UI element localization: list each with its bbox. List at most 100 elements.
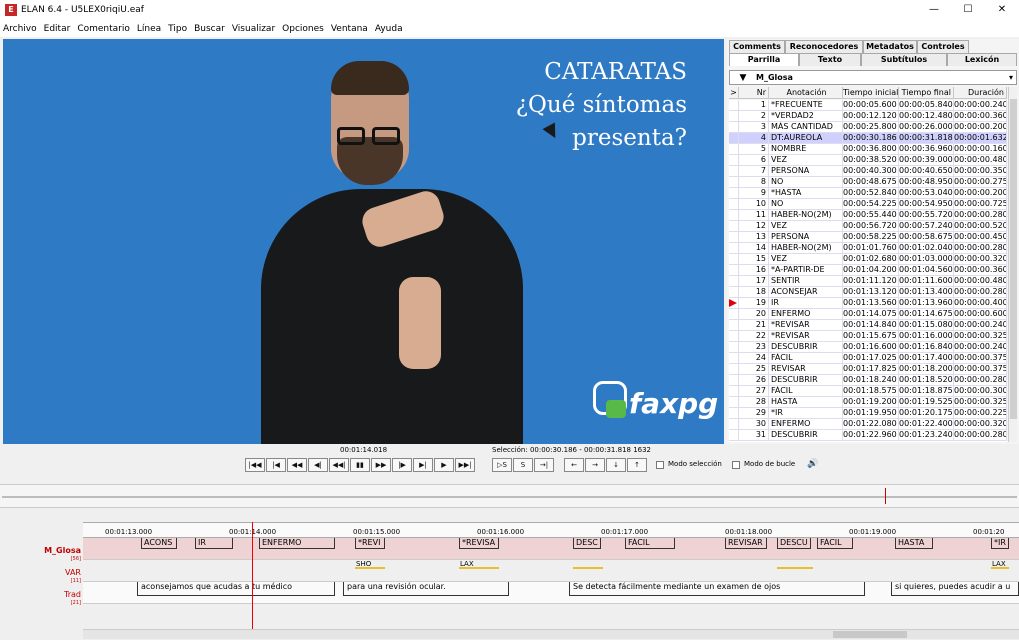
go-end-button[interactable]: ▶▶| xyxy=(455,458,475,472)
annotation-cell[interactable]: *REVISAR xyxy=(769,320,843,331)
menu-tipo[interactable]: Tipo xyxy=(168,24,187,34)
table-row[interactable]: 12 VEZ 00:00:56.720 00:00:57.240 00:00:00.52… xyxy=(729,221,1007,232)
glosa-annotation[interactable]: FÁCIL xyxy=(817,538,853,549)
glosa-annotation[interactable]: FÁCIL xyxy=(625,538,675,549)
table-row[interactable]: 13 PERSONA 00:00:58.225 00:00:58.675 00:00:0… xyxy=(729,232,1007,243)
glosa-annotation[interactable]: DESC xyxy=(573,538,601,549)
tab-reconocedores[interactable]: Reconocedores xyxy=(785,40,863,53)
table-row[interactable]: 9 *HASTA 00:00:52.840 00:00:53.040 00:00:00.… xyxy=(729,188,1007,199)
scroll-thumb[interactable] xyxy=(1010,99,1017,419)
annotation-cell[interactable]: ENFERMO xyxy=(769,419,843,430)
annotation-cell[interactable]: *REVISAR xyxy=(769,331,843,342)
var-annotation[interactable]: LAX xyxy=(459,560,499,569)
close-button[interactable]: ✕ xyxy=(985,0,1019,20)
trad-annotation[interactable]: aconsejamos que acudas a tu médico xyxy=(137,582,335,596)
menu-opciones[interactable]: Opciones xyxy=(282,24,324,34)
loop-mode-checkbox[interactable] xyxy=(732,461,740,469)
glosa-annotation[interactable]: ACONS xyxy=(141,538,177,549)
table-row[interactable]: 21 *REVISAR 00:01:14.840 00:01:15.080 00:00:… xyxy=(729,320,1007,331)
annotation-cell[interactable]: DESCUBRIR xyxy=(769,342,843,353)
tier-label-trad[interactable]: Trad xyxy=(64,590,81,599)
tier-row-trad[interactable]: aconsejamos que acudas a tu médico para u… xyxy=(83,582,1019,604)
tab-controles[interactable]: Controles xyxy=(917,40,969,53)
annotation-cell[interactable]: NOMBRE xyxy=(769,144,843,155)
annotation-cell[interactable]: ENFERMO xyxy=(769,309,843,320)
annotation-cell[interactable]: MÁS CANTIDAD xyxy=(769,122,843,133)
previous-frame-button[interactable]: |◀ xyxy=(266,458,286,472)
minimize-button[interactable]: — xyxy=(917,0,951,20)
annotation-cell[interactable]: NO xyxy=(769,177,843,188)
menu-archivo[interactable]: Archivo xyxy=(3,24,37,34)
tab-comments[interactable]: Comments xyxy=(729,40,785,53)
tier-label-glosa[interactable]: M_Glosa xyxy=(44,546,81,555)
glosa-annotation[interactable]: HASTA xyxy=(895,538,933,549)
next-frame-button[interactable]: ▶ xyxy=(434,458,454,472)
header-tiempo-inicial[interactable]: Tiempo inicial xyxy=(843,87,899,99)
glosa-annotation[interactable]: DESCU xyxy=(777,538,811,549)
glosa-annotation[interactable]: ENFERMO xyxy=(259,538,335,549)
annotation-cell[interactable]: PERSONA xyxy=(769,232,843,243)
annotation-cell[interactable]: NO xyxy=(769,199,843,210)
menu-comentario[interactable]: Comentario xyxy=(77,24,130,34)
header-nr[interactable]: Nr xyxy=(739,87,769,99)
glosa-annotation[interactable]: *REVISA xyxy=(459,538,499,549)
annotation-cell[interactable]: FÁCIL xyxy=(769,386,843,397)
annotation-table[interactable]: 1 *FRECUENTE 00:00:05.600 00:00:05.840 00:00… xyxy=(729,100,1007,442)
table-row[interactable]: 24 FÁCIL 00:01:17.025 00:01:17.400 00:00:00.… xyxy=(729,353,1007,364)
annotation-cell[interactable]: VEZ xyxy=(769,155,843,166)
table-row[interactable]: 26 DESCUBRIR 00:01:18.240 00:01:18.520 00:00… xyxy=(729,375,1007,386)
nav-left-button[interactable]: ← xyxy=(564,458,584,472)
annotation-cell[interactable]: HASTA xyxy=(769,397,843,408)
table-row[interactable]: 18 ACONSEJAR 00:01:13.120 00:01:13.400 00:00… xyxy=(729,287,1007,298)
selection-boundary-button[interactable]: →| xyxy=(534,458,554,472)
rewind-button[interactable]: ◀◀ xyxy=(287,458,307,472)
table-row[interactable]: 8 NO 00:00:48.675 00:00:48.950 00:00:00.275 xyxy=(729,177,1007,188)
prev-pixel-button[interactable]: ◀| xyxy=(308,458,328,472)
pause-button[interactable]: ▮▮ xyxy=(350,458,370,472)
tier-row-glosa[interactable]: ACONS IR ENFERMO *REVI *REVISA DESC FÁCIL REVIS… xyxy=(83,538,1019,560)
glosa-annotation[interactable]: *REVI xyxy=(355,538,385,549)
table-row[interactable]: 25 REVISAR 00:01:17.825 00:01:18.200 00:00:0… xyxy=(729,364,1007,375)
annotation-cell[interactable]: *IR xyxy=(769,408,843,419)
dropdown-icon[interactable]: ▼ xyxy=(730,73,756,83)
nav-up-button[interactable]: ↑ xyxy=(627,458,647,472)
go-start-button[interactable]: |◀◀ xyxy=(245,458,265,472)
h-scroll-thumb[interactable] xyxy=(833,631,907,638)
trad-annotation[interactable]: Se detecta fácilmente mediante un examen… xyxy=(569,582,865,596)
table-row[interactable]: 7 PERSONA 00:00:40.300 00:00:40.650 00:00:00… xyxy=(729,166,1007,177)
tab-metadatos[interactable]: Metadatos xyxy=(863,40,917,53)
table-row[interactable]: 2 *VERDAD2 00:00:12.120 00:00:12.480 00:00:0… xyxy=(729,111,1007,122)
tab-subtitulos[interactable]: Subtítulos xyxy=(861,53,947,66)
annotation-cell[interactable]: REVISAR xyxy=(769,364,843,375)
tier-label-var[interactable]: VAR xyxy=(65,568,81,577)
var-annotation[interactable] xyxy=(777,560,813,569)
table-row[interactable]: 31 DESCUBRIR 00:01:22.960 00:01:23.240 00:00… xyxy=(729,430,1007,441)
table-row[interactable]: 22 *REVISAR 00:01:15.675 00:01:16.000 00:00:… xyxy=(729,331,1007,342)
annotation-cell[interactable]: FÁCIL xyxy=(769,353,843,364)
annotation-cell[interactable]: HABER-NO(2M) xyxy=(769,210,843,221)
tab-texto[interactable]: Texto xyxy=(799,53,861,66)
glosa-annotation[interactable]: *IR xyxy=(991,538,1009,549)
next-pixel-button[interactable]: ▶| xyxy=(413,458,433,472)
annotation-cell[interactable]: *VERDAD2 xyxy=(769,111,843,122)
menu-ayuda[interactable]: Ayuda xyxy=(375,24,403,34)
var-annotation[interactable] xyxy=(573,560,603,569)
annotation-cell[interactable]: PERSONA xyxy=(769,166,843,177)
menu-visualizar[interactable]: Visualizar xyxy=(232,24,275,34)
annotation-cell[interactable]: IR xyxy=(769,298,843,309)
table-row[interactable]: 20 ENFERMO 00:01:14.075 00:01:14.675 00:00:0… xyxy=(729,309,1007,320)
annotation-cell[interactable]: *A-PARTIR-DE xyxy=(769,265,843,276)
mode-selection-checkbox[interactable] xyxy=(656,461,664,469)
tier-selector[interactable]: ▼ M_Glosa ▾ xyxy=(729,70,1017,85)
header-tiempo-final[interactable]: Tiempo final xyxy=(899,87,954,99)
time-ruler[interactable]: 00:01:13.00000:01:14.00000:01:15.00000:0… xyxy=(83,522,1019,538)
tab-parrilla[interactable]: Parrilla xyxy=(729,53,799,66)
glosa-annotation[interactable]: REVISAR xyxy=(725,538,767,549)
annotation-cell[interactable]: ACONSEJAR xyxy=(769,287,843,298)
nav-down-button[interactable]: ↓ xyxy=(606,458,626,472)
timeline-viewer[interactable]: 00:01:13.00000:01:14.00000:01:15.00000:0… xyxy=(0,508,1019,640)
table-row[interactable]: 27 FÁCIL 00:01:18.575 00:01:18.875 00:00:00.… xyxy=(729,386,1007,397)
clear-selection-button[interactable]: S xyxy=(513,458,533,472)
annotation-cell[interactable]: DESCUBRIR xyxy=(769,375,843,386)
annotation-cell[interactable]: *HASTA xyxy=(769,188,843,199)
